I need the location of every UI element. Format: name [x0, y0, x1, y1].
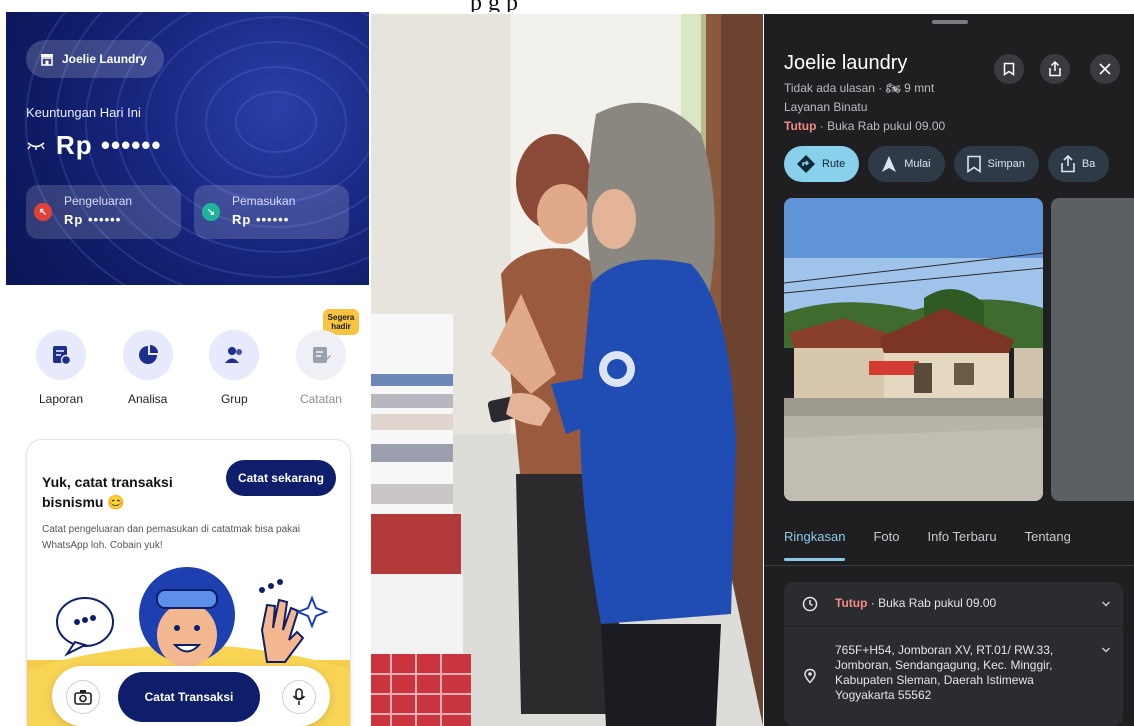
save-label: Simpan	[987, 158, 1025, 170]
location-pin-icon	[804, 668, 816, 684]
income-card[interactable]: ↘ Pemasukan Rp ••••••	[194, 185, 349, 239]
store-icon	[41, 54, 53, 66]
hide-balance-icon[interactable]	[26, 139, 46, 153]
bottom-action-bar: Catat Transaksi	[52, 666, 330, 726]
closed-status: Tutup	[784, 119, 817, 133]
microphone-button[interactable]	[282, 680, 316, 714]
close-icon	[1099, 63, 1111, 75]
opening-hours-row[interactable]: Tutup · Buka Rab pukul 09.00	[784, 582, 1123, 626]
laundry-building-photo	[784, 198, 1043, 501]
screenshot-collage: p g p	[0, 0, 1134, 726]
report-icon	[53, 346, 72, 366]
start-label: Mulai	[904, 158, 931, 170]
finance-app-screen: Joelie Laundry Keuntungan Hari Ini Rp ••…	[6, 12, 369, 726]
directions-icon	[797, 155, 815, 173]
sheet-drag-handle[interactable]	[932, 20, 968, 24]
menu-item-notes[interactable]: Catatan	[286, 330, 356, 410]
start-navigation-button[interactable]: Mulai	[868, 146, 945, 182]
expense-label: Pengeluaran	[64, 194, 133, 208]
income-value: Rp ••••••	[232, 212, 290, 227]
record-transaction-button[interactable]: Catat Transaksi	[118, 672, 260, 722]
tab-about[interactable]: Tentang	[1025, 526, 1071, 566]
bookmark-icon	[966, 155, 981, 173]
share-label: Ba	[1081, 158, 1096, 170]
address-row[interactable]: 765F+H54, Jomboran XV, RT.01/ RW.33, Jom…	[784, 627, 1123, 726]
share-place-button[interactable]	[1040, 54, 1070, 84]
chevron-down-icon	[1101, 601, 1111, 607]
camera-icon	[74, 690, 92, 705]
store-selector[interactable]: Joelie Laundry	[26, 40, 164, 78]
expense-arrow-icon: ↖	[34, 203, 52, 221]
menu-label-group: Grup	[220, 392, 248, 406]
profit-row: Rp ••••••	[26, 130, 162, 161]
navigation-arrow-icon	[882, 156, 897, 172]
share-icon	[1049, 61, 1061, 77]
menu-label-notes: Catatan	[299, 392, 342, 406]
microphone-icon	[292, 688, 306, 705]
clock-icon	[802, 596, 818, 612]
tab-updates[interactable]: Info Terbaru	[927, 526, 996, 566]
expense-card[interactable]: ↖ Pengeluaran Rp ••••••	[26, 185, 181, 239]
close-sheet-button[interactable]	[1090, 54, 1120, 84]
share-icon	[1061, 155, 1075, 173]
hours-open-time: · Buka Rab pukul 09.00	[867, 596, 997, 610]
opening-time: · Buka Rab pukul 09.00	[816, 119, 946, 133]
menu-item-group[interactable]: Grup	[199, 330, 269, 410]
field-photo	[371, 14, 763, 726]
place-name: Joelie laundry	[784, 52, 908, 74]
camera-button[interactable]	[66, 680, 100, 714]
record-now-button[interactable]: Catat sekarang	[226, 460, 336, 496]
summary-header: Joelie Laundry Keuntungan Hari Ini Rp ••…	[6, 12, 369, 285]
tabs-divider	[764, 565, 1134, 566]
store-name: Joelie Laundry	[62, 52, 147, 66]
two-women-with-phone-photo	[371, 14, 763, 726]
top-caption-text: p g p	[470, 0, 1030, 12]
place-open-status: Tutup · Buka Rab pukul 09.00	[784, 119, 945, 133]
note-icon	[312, 347, 331, 363]
hours-closed-status: Tutup	[835, 596, 868, 610]
chevron-down-icon	[1101, 647, 1111, 653]
promo-title: Yuk, catat transaksi bisnismu 😊	[42, 474, 173, 510]
menu-label-analysis: Analisa	[127, 392, 168, 406]
place-category: Layanan Binatu	[784, 100, 868, 114]
save-button[interactable]: Simpan	[953, 146, 1039, 182]
tab-overview[interactable]: Ringkasan	[784, 526, 846, 566]
place-action-chips: Rute Mulai Simpan Ba	[784, 146, 1110, 182]
save-place-button[interactable]	[994, 54, 1024, 84]
menu-item-report[interactable]: Laporan	[26, 330, 96, 410]
directions-label: Rute	[822, 158, 846, 170]
profit-label: Keuntungan Hari Ini	[26, 105, 141, 120]
income-arrow-icon: ↘	[202, 203, 220, 221]
menu-item-analysis[interactable]: Analisa	[113, 330, 183, 410]
group-icon	[225, 347, 243, 363]
bookmark-icon	[1003, 62, 1015, 76]
profit-value: Rp ••••••	[56, 130, 162, 160]
directions-button[interactable]: Rute	[784, 146, 860, 182]
expense-value: Rp ••••••	[64, 212, 122, 227]
place-tabs: Ringkasan Foto Info Terbaru Tentang	[784, 526, 1134, 566]
pie-chart-icon	[138, 345, 158, 364]
hours-text: Tutup · Buka Rab pukul 09.00	[835, 596, 996, 611]
tab-photos[interactable]: Foto	[873, 526, 899, 566]
maps-place-sheet: Joelie laundry Tidak ada ulasan · 🏍 9 mn…	[764, 14, 1134, 726]
feature-menu: Laporan Analisa Grup Catatan	[26, 330, 356, 410]
menu-label-report: Laporan	[38, 392, 84, 406]
place-photo-secondary[interactable]	[1051, 198, 1134, 501]
income-label: Pemasukan	[232, 194, 296, 208]
place-street-photo[interactable]	[784, 198, 1043, 501]
place-reviews-travel-time: Tidak ada ulasan · 🏍 9 mnt	[784, 81, 935, 95]
address-text: 765F+H54, Jomboran XV, RT.01/ RW.33, Jom…	[835, 643, 1054, 702]
share-button[interactable]: Ba	[1047, 146, 1110, 182]
